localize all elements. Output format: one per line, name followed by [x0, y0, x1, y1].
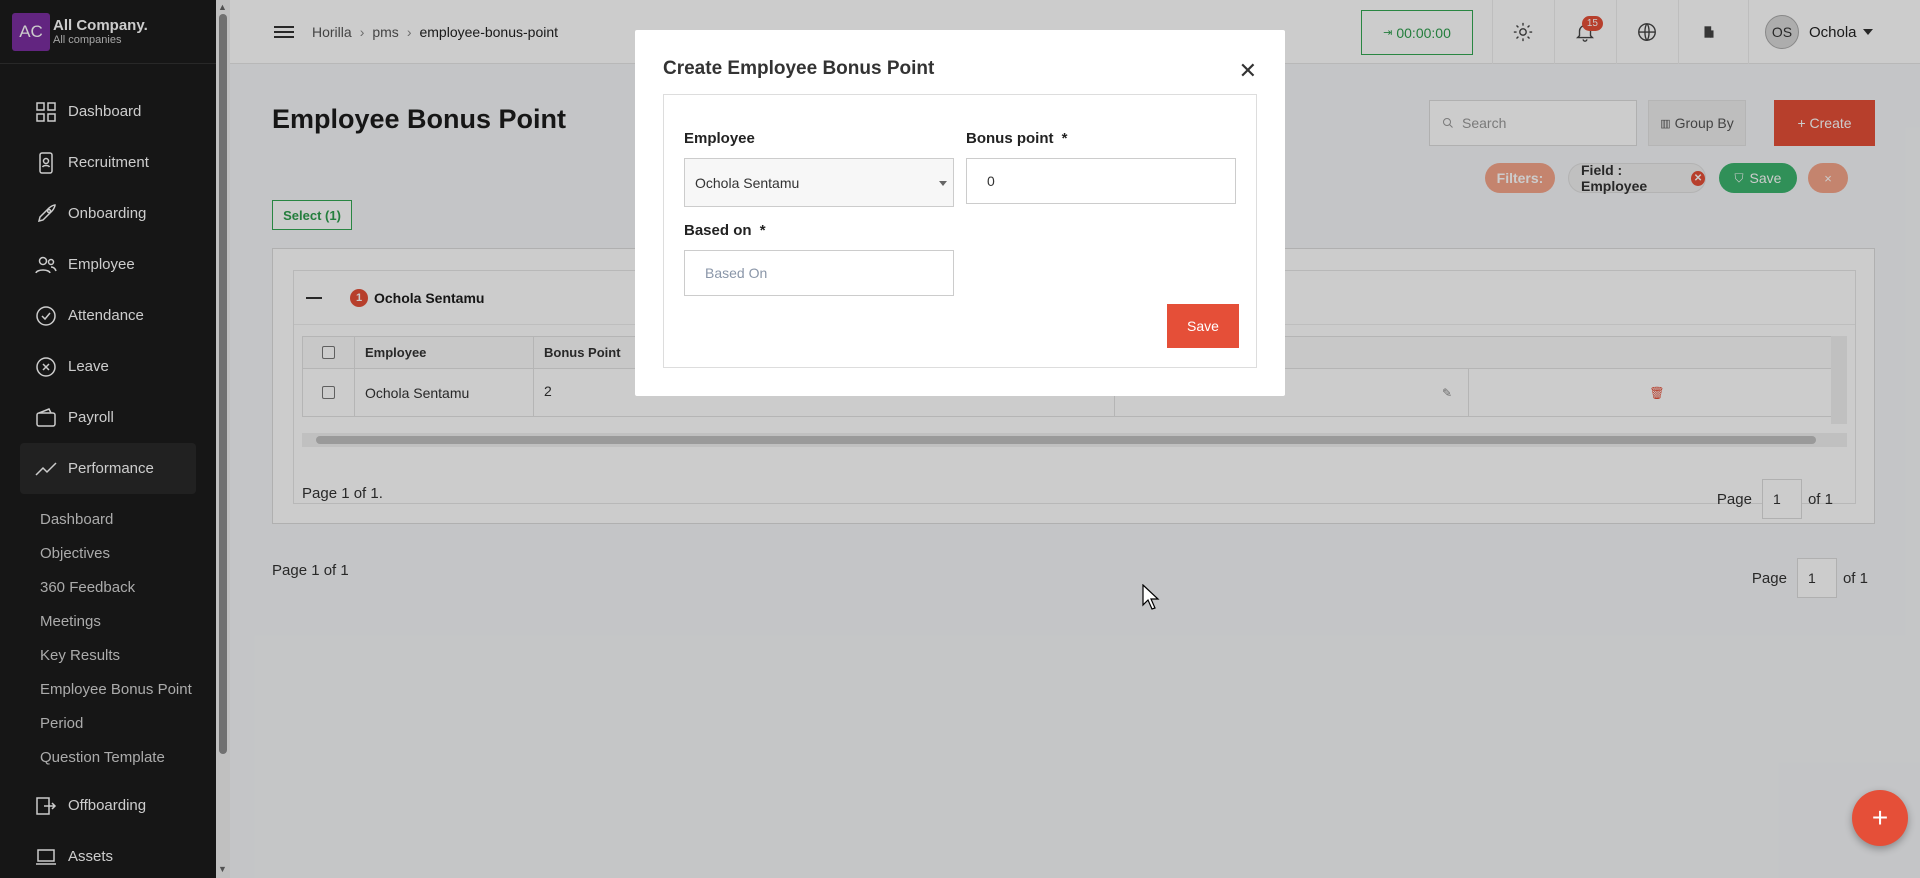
employee-select[interactable]: Ochola Sentamu	[684, 158, 954, 207]
bonus-point-label-text: Bonus point	[966, 130, 1054, 147]
based-on-label-text: Based on	[684, 222, 752, 239]
quick-action-button[interactable]: +	[1852, 790, 1908, 846]
mouse-cursor-icon	[1142, 584, 1160, 610]
plus-icon: +	[1871, 802, 1889, 833]
save-button[interactable]: Save	[1167, 304, 1239, 348]
modal-title: Create Employee Bonus Point	[663, 58, 935, 79]
close-icon[interactable]: ✕	[1239, 58, 1257, 84]
required-marker: *	[1061, 130, 1068, 147]
bonus-point-label: Bonus point *	[966, 130, 1068, 147]
employee-label: Employee	[684, 130, 755, 147]
employee-select-value: Ochola Sentamu	[695, 174, 800, 191]
based-on-input[interactable]: Based On	[684, 250, 954, 296]
bonus-point-input[interactable]: 0	[966, 158, 1236, 204]
chevron-down-icon	[939, 181, 947, 186]
based-on-label: Based on *	[684, 222, 766, 239]
create-bonus-point-modal: Create Employee Bonus Point ✕ Employee O…	[635, 30, 1285, 396]
required-marker: *	[759, 222, 766, 239]
modal-form: Employee Ochola Sentamu Bonus point * 0 …	[663, 94, 1257, 368]
